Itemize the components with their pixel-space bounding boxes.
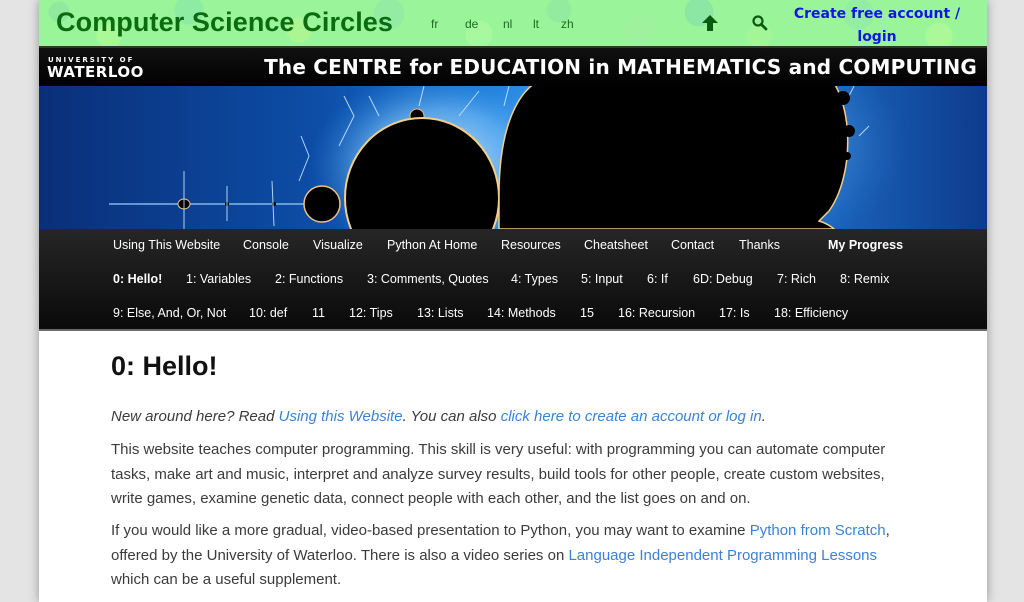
lesson-link-2[interactable]: 2: Functions <box>275 272 343 286</box>
nav-row-main: Using This Website Console Visualize Pyt… <box>39 238 987 258</box>
language-link-nl[interactable]: nl <box>503 17 512 31</box>
cemc-title: The CENTRE for EDUCATION in MATHEMATICS … <box>264 55 977 79</box>
description-paragraph: This website teaches computer programmin… <box>111 441 886 507</box>
lesson-link-6[interactable]: 6: If <box>647 272 668 286</box>
language-link-fr[interactable]: fr <box>431 17 438 31</box>
p2-text-3: which can be a useful supplement. <box>111 571 342 588</box>
nav-visualize[interactable]: Visualize <box>313 238 363 252</box>
lesson-link-5[interactable]: 5: Input <box>581 272 623 286</box>
lesson-link-12[interactable]: 12: Tips <box>349 306 393 320</box>
nav-row-lessons-1: 0: Hello! 1: Variables 2: Functions 3: C… <box>39 272 987 292</box>
nav-python-at-home[interactable]: Python At Home <box>387 238 477 252</box>
language-link-de[interactable]: de <box>465 17 478 31</box>
nav-row-lessons-2: 9: Else, And, Or, Not 10: def 11 12: Tip… <box>39 306 987 326</box>
mandelbrot-graphic <box>109 86 909 229</box>
p2-text-1: If you would like a more gradual, video-… <box>111 522 750 539</box>
lesson-link-10[interactable]: 10: def <box>249 306 287 320</box>
intro-paragraph: New around here? Read Using this Website… <box>111 405 911 430</box>
lesson-link-9[interactable]: 9: Else, And, Or, Not <box>113 306 226 320</box>
lesson-link-0-current[interactable]: 0: Hello! <box>113 272 162 286</box>
lesson-link-17[interactable]: 17: Is <box>719 306 750 320</box>
lesson-link-4[interactable]: 4: Types <box>511 272 558 286</box>
cemc-banner: UNIVERSITY OF WATERLOO The CENTRE for ED… <box>39 48 987 86</box>
lesson-link-18[interactable]: 18: Efficiency <box>774 306 848 320</box>
site-title-link[interactable]: Computer Science Circles <box>56 7 393 38</box>
lesson-link-7[interactable]: 7: Rich <box>777 272 816 286</box>
nav-cheatsheet[interactable]: Cheatsheet <box>584 238 648 252</box>
main-navigation: Using This Website Console Visualize Pyt… <box>39 229 987 331</box>
nav-console[interactable]: Console <box>243 238 289 252</box>
lesson-link-6d[interactable]: 6D: Debug <box>693 272 753 286</box>
python-from-scratch-link[interactable]: Python from Scratch <box>750 522 886 539</box>
lesson-link-8[interactable]: 8: Remix <box>840 272 889 286</box>
intro-text-3: . <box>761 408 766 425</box>
nav-resources[interactable]: Resources <box>501 238 561 252</box>
page: Computer Science Circles fr de nl lt zh … <box>39 0 987 602</box>
lesson-link-13[interactable]: 13: Lists <box>417 306 464 320</box>
lesson-link-11[interactable]: 11 <box>312 306 325 320</box>
search-icon[interactable] <box>751 14 769 32</box>
lesson-link-14[interactable]: 14: Methods <box>487 306 556 320</box>
language-independent-lessons-link[interactable]: Language Independent Programming Lessons <box>568 547 877 564</box>
lesson-link-1[interactable]: 1: Variables <box>186 272 251 286</box>
create-account-link[interactable]: click here to create an account or log i… <box>501 408 762 425</box>
lesson-link-16[interactable]: 16: Recursion <box>618 306 695 320</box>
nav-using-this-website[interactable]: Using This Website <box>113 238 220 252</box>
account-link-line1: Create free account / login <box>793 6 961 45</box>
intro-text-1: New around here? Read <box>111 408 279 425</box>
lesson-link-3[interactable]: 3: Comments, Quotes <box>367 272 489 286</box>
arrow-up-icon[interactable] <box>701 14 719 32</box>
nav-my-progress[interactable]: My Progress <box>828 238 903 252</box>
top-bar: Computer Science Circles fr de nl lt zh … <box>39 0 987 68</box>
nav-thanks[interactable]: Thanks <box>739 238 780 252</box>
waterloo-logo[interactable]: WATERLOO <box>47 63 144 81</box>
lesson-link-15[interactable]: 15 <box>580 306 594 320</box>
intro-text-2: . You can also <box>402 408 501 425</box>
mandelbrot-banner-image <box>39 86 987 229</box>
language-link-zh[interactable]: zh <box>561 17 574 31</box>
video-resources-paragraph: If you would like a more gradual, video-… <box>111 519 911 593</box>
using-this-website-link[interactable]: Using this Website <box>279 408 403 425</box>
language-link-lt[interactable]: lt <box>533 17 539 31</box>
page-title: 0: Hello! <box>111 351 218 381</box>
nav-contact[interactable]: Contact <box>671 238 714 252</box>
